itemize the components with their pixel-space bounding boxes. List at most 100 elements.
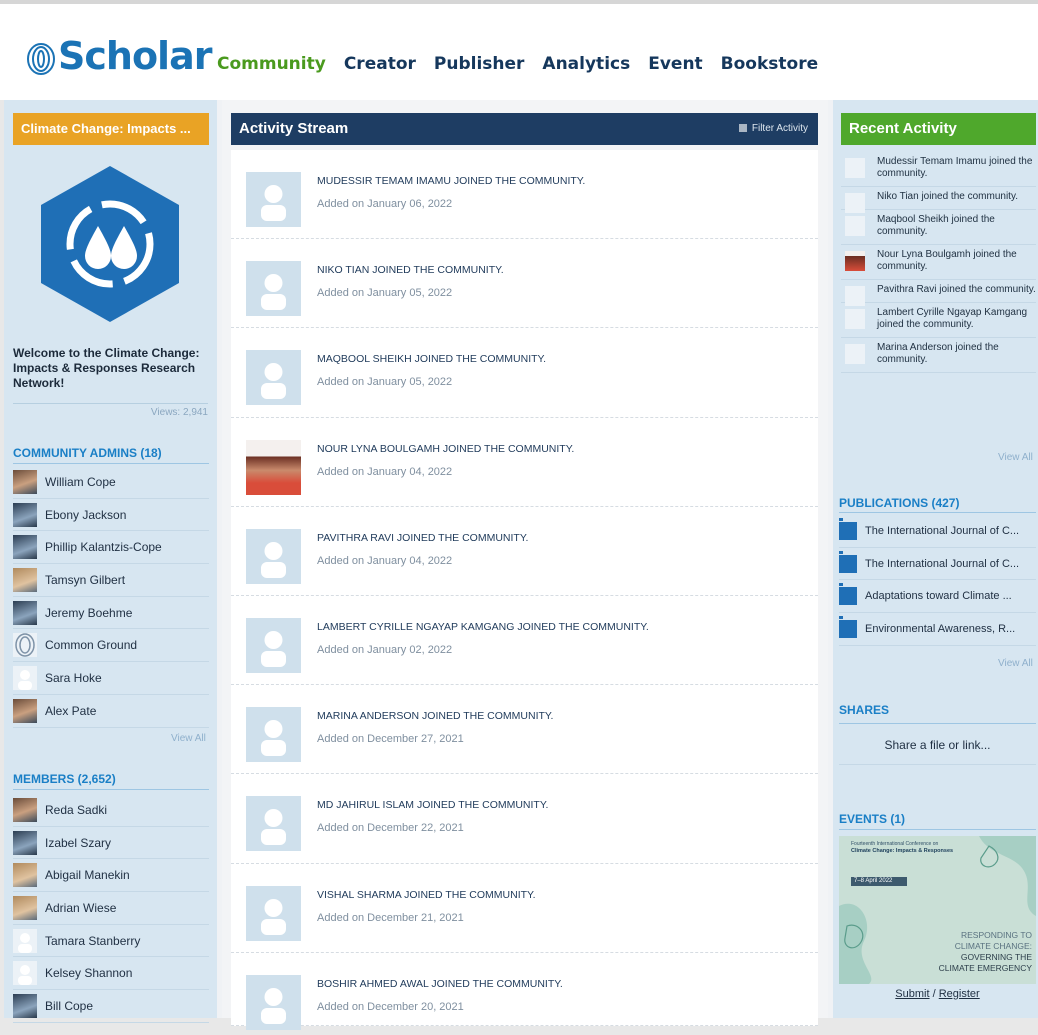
activity-text[interactable]: NOUR LYNA BOULGAMH JOINED THE COMMUNITY.	[317, 443, 574, 455]
event-tagline: RESPONDING TO CLIMATE CHANGE: GOVERNING …	[939, 930, 1032, 974]
list-item[interactable]: The International Journal of C...	[839, 515, 1036, 548]
filter-icon	[738, 124, 747, 132]
list-item[interactable]: Niko Tian joined the community.	[841, 187, 1036, 213]
members-title[interactable]: MEMBERS (2,652)	[13, 772, 116, 786]
default-avatar-icon	[845, 309, 865, 329]
activity-item[interactable]: VISHAL SHARMA JOINED THE COMMUNITY. Added…	[231, 863, 818, 953]
activity-text[interactable]: PAVITHRA RAVI JOINED THE COMMUNITY.	[317, 532, 528, 544]
nav-publisher[interactable]: Publisher	[434, 54, 525, 74]
event-tag1: RESPONDING TO	[960, 930, 1032, 940]
list-item[interactable]: Nour Lyna Boulgamh joined the community.	[841, 245, 1036, 280]
list-item[interactable]: Izabel Szary	[13, 827, 209, 860]
default-avatar-icon	[246, 885, 301, 941]
admins-divider	[13, 463, 209, 464]
list-item[interactable]: Reda Sadki	[13, 794, 209, 827]
events-title[interactable]: EVENTS (1)	[839, 812, 905, 826]
share-file-or-link-button[interactable]: Share a file or link...	[839, 723, 1036, 765]
activity-item[interactable]: NIKO TIAN JOINED THE COMMUNITY. Added on …	[231, 239, 818, 329]
recent-activity-list: Mudessir Temam Imamu joined the communit…	[841, 152, 1036, 373]
admin-name: Common Ground	[45, 638, 138, 653]
nav-analytics[interactable]: Analytics	[542, 54, 630, 74]
avatar	[13, 600, 37, 625]
list-item[interactable]: William Cope	[13, 466, 209, 499]
default-avatar-icon	[246, 261, 301, 317]
views-count: Views: 2,941	[13, 403, 208, 418]
publications-title[interactable]: PUBLICATIONS (427)	[839, 496, 959, 510]
avatar	[13, 895, 37, 920]
activity-date: Added on January 05, 2022	[317, 287, 453, 300]
activity-item[interactable]: MUDESSIR TEMAM IMAMU JOINED THE COMMUNIT…	[231, 150, 818, 240]
activity-item[interactable]: MARINA ANDERSON JOINED THE COMMUNITY. Add…	[231, 685, 818, 775]
nav-community[interactable]: Community	[217, 54, 326, 74]
scholar-logo[interactable]: Scholar	[26, 34, 212, 78]
list-item[interactable]: Pavithra Ravi joined the community.	[841, 280, 1036, 306]
nav-creator[interactable]: Creator	[344, 54, 416, 74]
nav-bookstore[interactable]: Bookstore	[721, 54, 818, 74]
nav-event[interactable]: Event	[648, 54, 702, 74]
activity-text[interactable]: NIKO TIAN JOINED THE COMMUNITY.	[317, 264, 504, 276]
activity-text[interactable]: MD JAHIRUL ISLAM JOINED THE COMMUNITY.	[317, 799, 548, 811]
list-item[interactable]: Maqbool Sheikh joined the community.	[841, 210, 1036, 245]
list-item[interactable]: Tamara Stanberry	[13, 925, 209, 958]
default-avatar-icon	[845, 216, 865, 236]
default-avatar-icon	[13, 961, 37, 986]
list-item[interactable]: Kelsey Shannon	[13, 957, 209, 991]
activity-text[interactable]: BOSHIR AHMED AWAL JOINED THE COMMUNITY.	[317, 978, 563, 990]
activity-text[interactable]: MARINA ANDERSON JOINED THE COMMUNITY.	[317, 710, 553, 722]
list-item[interactable]: Jeremy Boehme	[13, 597, 209, 630]
activity-item[interactable]: MAQBOOL SHEIKH JOINED THE COMMUNITY. Adde…	[231, 328, 818, 418]
list-item[interactable]: Common Ground	[13, 629, 209, 663]
event-banner[interactable]: Fourteenth International Conference on C…	[839, 836, 1036, 984]
list-item[interactable]: Ebony Jackson	[13, 499, 209, 532]
activity-date: Added on January 04, 2022	[317, 554, 453, 567]
activity-item[interactable]: MD JAHIRUL ISLAM JOINED THE COMMUNITY. Ad…	[231, 774, 818, 864]
list-item[interactable]: Phillip Kalantzis-Cope	[13, 531, 209, 565]
list-item[interactable]: Lambert Cyrille Ngayap Kamgang joined th…	[841, 303, 1036, 338]
submit-link[interactable]: Submit	[895, 988, 929, 1000]
activity-text[interactable]: MUDESSIR TEMAM IMAMU JOINED THE COMMUNIT…	[317, 175, 585, 187]
admins-view-all-link[interactable]: View All	[171, 733, 206, 744]
recent-activity-header: Recent Activity	[841, 113, 1036, 145]
list-item[interactable]: Adrian Wiese	[13, 892, 209, 925]
recent-activity-text: Maqbool Sheikh joined the community.	[877, 214, 995, 237]
list-item[interactable]: Sara Hoke	[13, 662, 209, 695]
admins-list: William Cope Ebony Jackson Phillip Kalan…	[13, 466, 209, 728]
activity-item[interactable]: PAVITHRA RAVI JOINED THE COMMUNITY. Added…	[231, 506, 818, 596]
activity-text[interactable]: MAQBOOL SHEIKH JOINED THE COMMUNITY.	[317, 353, 546, 365]
activity-text[interactable]: LAMBERT CYRILLE NGAYAP KAMGANG JOINED TH…	[317, 621, 649, 633]
member-name: Abigail Manekin	[45, 868, 130, 883]
recent-view-all-link[interactable]: View All	[998, 452, 1033, 463]
member-name: Kelsey Shannon	[45, 966, 133, 981]
activity-item[interactable]: LAMBERT CYRILLE NGAYAP KAMGANG JOINED TH…	[231, 595, 818, 686]
common-ground-avatar-icon	[13, 633, 37, 658]
member-name: Izabel Szary	[45, 835, 112, 850]
community-admins-title[interactable]: COMMUNITY ADMINS (18)	[13, 446, 162, 460]
avatar	[13, 830, 37, 855]
list-item[interactable]: The International Journal of C...	[839, 548, 1036, 581]
admin-name: Tamsyn Gilbert	[45, 572, 126, 587]
list-item[interactable]: Marina Anderson joined the community.	[841, 338, 1036, 373]
community-selector[interactable]: Climate Change: Impacts ...	[13, 113, 209, 145]
admin-name: William Cope	[45, 474, 116, 489]
filter-activity-button[interactable]: Filter Activity	[738, 123, 808, 134]
list-item[interactable]: Abigail Manekin	[13, 859, 209, 893]
avatar	[13, 502, 37, 527]
recent-activity-text: Nour Lyna Boulgamh joined the community.	[877, 249, 1017, 272]
avatar	[13, 567, 37, 592]
admin-name: Sara Hoke	[45, 670, 102, 685]
list-item[interactable]: Adaptations toward Climate ...	[839, 580, 1036, 614]
list-item[interactable]: Tamsyn Gilbert	[13, 564, 209, 597]
welcome-message: Welcome to the Climate Change: Impacts &…	[13, 346, 200, 390]
user-photo	[845, 251, 865, 271]
list-item[interactable]: Alex Pate	[13, 695, 209, 728]
journal-book-icon	[839, 517, 857, 540]
activity-text[interactable]: VISHAL SHARMA JOINED THE COMMUNITY.	[317, 889, 536, 901]
list-item[interactable]: Environmental Awareness, R...	[839, 613, 1036, 646]
default-avatar-icon	[845, 158, 865, 178]
activity-item[interactable]: BOSHIR AHMED AWAL JOINED THE COMMUNITY. A…	[231, 952, 818, 1030]
list-item[interactable]: Mudessir Temam Imamu joined the communit…	[841, 152, 1036, 187]
activity-item[interactable]: NOUR LYNA BOULGAMH JOINED THE COMMUNITY.…	[231, 417, 818, 507]
publications-view-all-link[interactable]: View All	[998, 658, 1033, 669]
member-name: Adrian Wiese	[45, 900, 117, 915]
register-link[interactable]: Register	[939, 988, 980, 1000]
